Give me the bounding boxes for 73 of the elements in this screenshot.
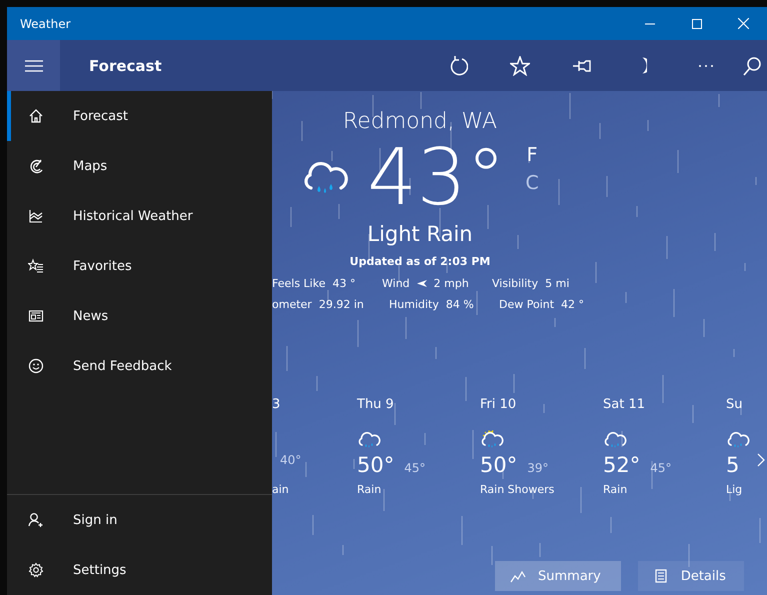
- detail-label: ometer: [272, 298, 312, 311]
- nav-item[interactable]: Historical Weather: [7, 191, 272, 241]
- nav-label: Sign in: [73, 512, 118, 528]
- day-name: Sat 11: [603, 397, 646, 414]
- updated-time: Updated as of 2:03 PM: [350, 255, 490, 268]
- star-icon: [510, 56, 530, 76]
- unit-toggle[interactable]: C: [525, 169, 539, 197]
- unit-toggle[interactable]: F: [525, 141, 539, 169]
- nav-item[interactable]: Sign in: [7, 495, 272, 545]
- line-chart-icon: [510, 569, 526, 583]
- low-temperature: 45°: [404, 461, 426, 475]
- high-temperature: 5: [726, 453, 740, 477]
- detail-label: Feels Like: [272, 277, 326, 290]
- day-name: Fri 10: [480, 397, 518, 414]
- refresh-icon: [448, 56, 468, 76]
- detail-value: 84 %: [446, 298, 474, 311]
- low-temperature: 40°: [280, 453, 302, 467]
- day-condition: Rain Showers: [480, 483, 556, 496]
- nav-item[interactable]: News: [7, 291, 272, 341]
- nav-label: Settings: [73, 562, 126, 578]
- high-temperature: 52°: [603, 453, 640, 477]
- detail-label: Dew Point: [499, 298, 554, 311]
- nav-item[interactable]: Maps: [7, 141, 272, 191]
- nav-label: Maps: [73, 158, 108, 174]
- detail-value: 43 °: [332, 277, 356, 290]
- wind-arrow-icon: [416, 280, 427, 287]
- day-condition: Lig: [726, 483, 744, 496]
- detail-value: 5 mi: [545, 277, 570, 290]
- document-list-icon: [652, 569, 669, 583]
- day-name: 3: [272, 397, 282, 414]
- page-title: Forecast: [89, 56, 163, 74]
- high-temperature: 50°: [480, 453, 518, 477]
- condition-text: Light Rain: [367, 222, 473, 246]
- day-condition: ain: [272, 483, 290, 496]
- radar-icon: [28, 158, 44, 174]
- low-temperature: 39°: [527, 461, 549, 475]
- nav-label: Favorites: [73, 258, 132, 274]
- moon-icon: [642, 57, 646, 74]
- detail-value: 29.92 in: [318, 298, 364, 311]
- smiley-icon: [28, 358, 44, 374]
- maximize-icon: [692, 18, 702, 28]
- view-tab[interactable]: Details: [638, 561, 744, 591]
- low-temperature: 45°: [650, 461, 672, 475]
- person-add-icon: [28, 512, 44, 528]
- nav-label: Historical Weather: [73, 208, 193, 224]
- star-list-icon: [28, 258, 44, 274]
- chart-icon: [28, 208, 44, 224]
- menu-icon: [24, 60, 42, 72]
- chevron-right-icon[interactable]: [757, 453, 765, 467]
- nav-label: Forecast: [73, 108, 128, 124]
- detail-value: 2 mph: [434, 277, 469, 290]
- close-icon: [738, 18, 749, 29]
- detail-label: Visibility: [492, 277, 538, 290]
- detail-label: Wind: [382, 277, 410, 290]
- detail-label: Humidity: [389, 298, 439, 311]
- current-temperature: 43°: [367, 132, 506, 225]
- nav-item[interactable]: Settings: [7, 545, 272, 595]
- day-condition: Rain: [603, 483, 628, 496]
- newspaper-icon: [28, 308, 44, 324]
- day-condition: Rain: [357, 483, 382, 496]
- location-name: Redmond, WA: [342, 109, 498, 134]
- nav-label: Send Feedback: [73, 358, 172, 374]
- gear-icon: [28, 562, 44, 578]
- nav-label: News: [73, 308, 108, 324]
- high-temperature: 50°: [357, 453, 394, 477]
- search-icon: [742, 56, 762, 76]
- home-icon: [28, 108, 44, 124]
- detail-value: 42 °: [561, 298, 584, 311]
- nav-item[interactable]: Favorites: [7, 241, 272, 291]
- window-title: Weather: [19, 16, 72, 30]
- day-name: Thu 9: [357, 397, 395, 414]
- day-name: Su: [726, 397, 744, 414]
- nav-item[interactable]: Send Feedback: [7, 341, 272, 391]
